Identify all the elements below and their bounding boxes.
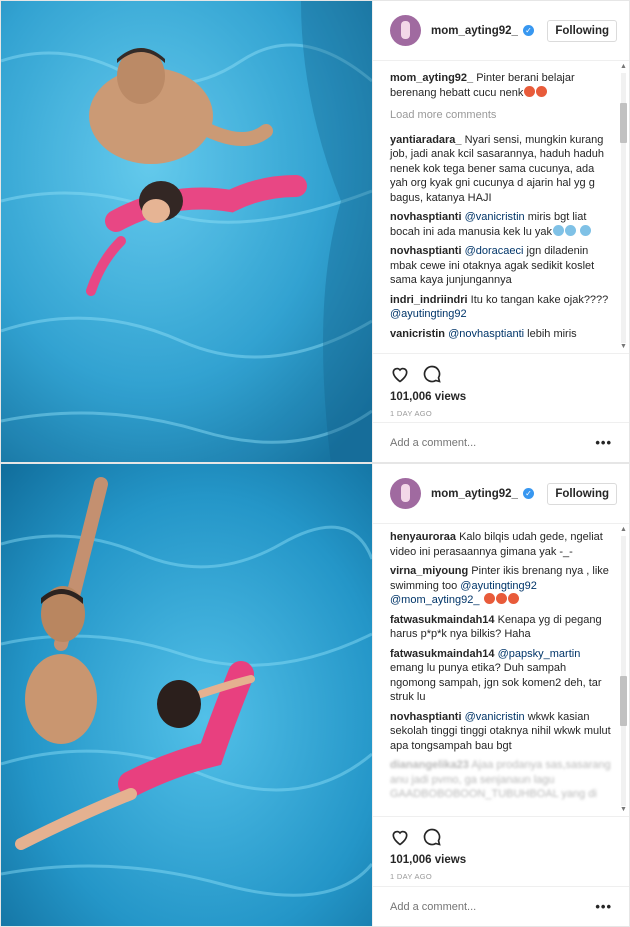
comment: henyauroraa Kalo bilqis udah gede, ngeli… [390, 530, 612, 559]
action-bar [373, 816, 629, 854]
scroll-down-icon[interactable]: ▼ [620, 343, 627, 351]
comment-icon[interactable] [422, 364, 442, 384]
mention-link[interactable]: @mom_ayting92_ [390, 594, 479, 606]
caption: mom_ayting92_ Pinter berani belajar bere… [390, 71, 612, 100]
action-bar [373, 353, 629, 391]
comment-username[interactable]: yantiaradara_ [390, 134, 462, 146]
avatar[interactable] [390, 478, 421, 509]
comment-username[interactable]: indri_indriindri [390, 294, 468, 306]
emoji-icon [536, 85, 548, 97]
mention-link[interactable]: @vanicristin [465, 711, 525, 723]
comment-icon[interactable] [422, 827, 442, 847]
add-comment-input[interactable] [390, 436, 596, 449]
comment-username[interactable]: novhasptianti [390, 711, 462, 723]
mention-link[interactable]: @papsky_martin [498, 648, 581, 660]
scroll-down-icon[interactable]: ▼ [620, 806, 627, 814]
post-2-sidebar: mom_ayting92_ ✓ Following henyauroraa Ka… [372, 464, 629, 926]
comment: yantiaradara_ Nyari sensi, mungkin kuran… [390, 133, 612, 206]
username[interactable]: mom_ayting92_ [431, 25, 518, 37]
comments-scrollbar[interactable]: ▲ ▼ [618, 63, 628, 353]
mention-link[interactable]: @novhasptianti [448, 328, 524, 340]
scroll-thumb[interactable] [620, 103, 627, 143]
mention-link[interactable]: @doracaeci [465, 245, 524, 257]
comment-username[interactable]: novhasptianti [390, 211, 462, 223]
comment: novhasptianti @doracaeci jgn diladenin m… [390, 244, 612, 288]
timestamp: 1 DAY AGO [390, 872, 433, 881]
comment: fatwasukmaindah14 @papsky_martin emang l… [390, 647, 612, 705]
comment-username[interactable]: fatwasukmaindah14 [390, 648, 495, 660]
post-2: mom_ayting92_ ✓ Following henyauroraa Ka… [0, 463, 630, 927]
scroll-up-icon[interactable]: ▲ [620, 526, 627, 534]
comment: indri_indriindri Itu ko tangan kake ojak… [390, 293, 612, 322]
comment-username[interactable]: fatwasukmaindah14 [390, 614, 495, 626]
more-options-icon[interactable]: ••• [595, 435, 612, 450]
comments-list[interactable]: mom_ayting92_ Pinter berani belajar bere… [373, 61, 629, 353]
heart-icon[interactable] [390, 827, 410, 847]
emoji-icon [495, 593, 507, 604]
comment-text: emang lu punya etika? Duh sampah ngomong… [390, 662, 602, 703]
timestamp: 1 DAY AGO [390, 409, 433, 418]
post-1-photo[interactable] [1, 1, 372, 462]
comment: virna_miyoung Pinter ikis brenang nya , … [390, 564, 612, 608]
following-button[interactable]: Following [547, 482, 617, 505]
mention-link[interactable]: @ayutingting92 [460, 580, 537, 592]
comment-username: dianangelika23 [390, 759, 469, 771]
emoji-icon [483, 593, 495, 604]
post-header: mom_ayting92_ ✓ Following [373, 464, 629, 524]
pool-photo [1, 464, 372, 926]
views-count[interactable]: 101,006 views [373, 854, 629, 866]
add-comment-bar: ••• [373, 422, 629, 462]
post-1: mom_ayting92_ ✓ Following mom_ayting92_ … [0, 0, 630, 463]
comment-username[interactable]: novhasptianti [390, 245, 462, 257]
comments-list[interactable]: henyauroraa Kalo bilqis udah gede, ngeli… [373, 524, 629, 816]
comment: novhasptianti @vanicristin miris bgt lia… [390, 210, 612, 239]
emoji-icon [580, 224, 592, 236]
comment-text: Itu ko tangan kake ojak???? [467, 293, 609, 306]
comment-text: lebih miris [524, 327, 577, 340]
avatar[interactable] [390, 15, 421, 46]
emoji-icon [507, 593, 519, 604]
comment: vanicristin @novhasptianti lebih miris [390, 327, 612, 342]
caption-username[interactable]: mom_ayting92_ [390, 72, 473, 84]
comment-username[interactable]: henyauroraa [390, 531, 456, 543]
following-button[interactable]: Following [547, 19, 617, 42]
mention-link[interactable]: @vanicristin [465, 211, 525, 223]
comment: fatwasukmaindah14 Kenapa yg di pegang ha… [390, 613, 612, 642]
post-1-sidebar: mom_ayting92_ ✓ Following mom_ayting92_ … [372, 1, 629, 462]
comments-scrollbar[interactable]: ▲ ▼ [618, 526, 628, 816]
pool-photo [1, 1, 372, 462]
username[interactable]: mom_ayting92_ [431, 488, 518, 500]
mention-link[interactable]: @ayutingting92 [390, 308, 467, 320]
verified-badge-icon: ✓ [522, 488, 534, 499]
add-comment-input[interactable] [390, 900, 596, 913]
views-count[interactable]: 101,006 views [373, 391, 629, 403]
comment-username[interactable]: vanicristin [390, 328, 445, 340]
comment: novhasptianti @vanicristin wkwk kasian s… [390, 710, 612, 754]
scroll-up-icon[interactable]: ▲ [620, 63, 627, 71]
comment-username[interactable]: virna_miyoung [390, 565, 468, 577]
heart-icon[interactable] [390, 364, 410, 384]
blurred-comment: dianangelika23 Ajaa prodanya sas,sasaran… [390, 758, 612, 802]
scroll-thumb[interactable] [620, 676, 627, 726]
emoji-icon [565, 224, 577, 236]
add-comment-bar: ••• [373, 886, 629, 926]
scroll-track[interactable] [621, 536, 626, 806]
post-header: mom_ayting92_ ✓ Following [373, 1, 629, 61]
verified-badge-icon: ✓ [522, 25, 534, 36]
emoji-icon [524, 85, 536, 97]
more-options-icon[interactable]: ••• [595, 899, 612, 914]
emoji-icon [553, 224, 565, 236]
load-more-comments-link[interactable]: Load more comments [390, 108, 612, 123]
post-2-photo[interactable] [1, 464, 372, 926]
